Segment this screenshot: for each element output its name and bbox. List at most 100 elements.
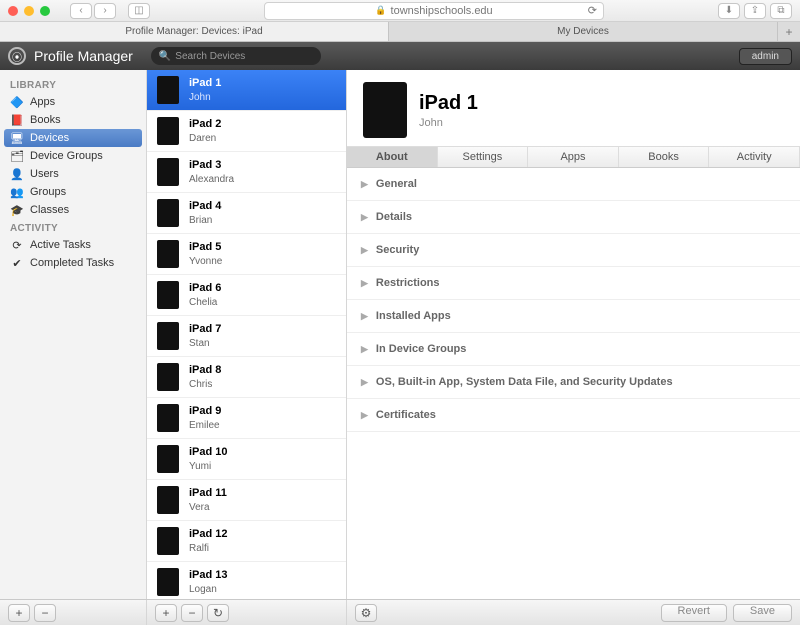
- revert-button[interactable]: Revert: [661, 604, 727, 622]
- device-icon: [157, 568, 179, 596]
- disclosure-triangle-icon: ▶: [361, 278, 368, 289]
- sidebar-section-header: ACTIVITY: [0, 219, 146, 236]
- device-owner: Stan: [189, 338, 210, 349]
- device-name: iPad 4: [189, 200, 221, 212]
- sidebar-item-icon: 🖥: [10, 132, 24, 144]
- minimize-window-button[interactable]: [24, 6, 34, 16]
- sidebar-item-label: Classes: [30, 204, 69, 216]
- sidebar-item-users[interactable]: 👤Users: [0, 165, 146, 183]
- section-title: Certificates: [376, 409, 436, 421]
- device-list-item[interactable]: iPad 11Vera: [147, 480, 346, 521]
- device-list-item[interactable]: iPad 12Ralfi: [147, 521, 346, 562]
- device-name: iPad 1: [189, 77, 221, 89]
- sidebar-item-classes[interactable]: 🎓Classes: [0, 201, 146, 219]
- detail-tab-apps[interactable]: Apps: [528, 147, 619, 167]
- detail-section-row[interactable]: ▶Security: [347, 234, 800, 267]
- detail-tab-settings[interactable]: Settings: [438, 147, 529, 167]
- back-button[interactable]: ‹: [70, 3, 92, 19]
- sidebar-item-label: Books: [30, 114, 61, 126]
- device-list-item[interactable]: iPad 9Emilee: [147, 398, 346, 439]
- device-name: iPad 13: [189, 569, 228, 581]
- sidebar-item-device-groups[interactable]: 🗂Device Groups: [0, 147, 146, 165]
- device-thumbnail: [363, 82, 407, 138]
- device-list-item[interactable]: iPad 13Logan: [147, 562, 346, 599]
- device-list-item[interactable]: iPad 7Stan: [147, 316, 346, 357]
- reload-icon[interactable]: ⟳: [588, 4, 597, 17]
- share-button[interactable]: ⇪: [744, 3, 766, 19]
- device-refresh-button[interactable]: ↻: [207, 604, 229, 622]
- sidebar-item-completed-tasks[interactable]: ✔Completed Tasks: [0, 254, 146, 272]
- device-list-item[interactable]: iPad 5 Yvonne: [147, 234, 346, 275]
- device-add-button[interactable]: +: [155, 604, 177, 622]
- device-owner: Vera: [189, 502, 210, 513]
- sidebar-add-button[interactable]: +: [8, 604, 30, 622]
- sidebar-item-active-tasks[interactable]: ⟳Active Tasks: [0, 236, 146, 254]
- action-gear-button[interactable]: ⚙: [355, 604, 377, 622]
- detail-section-row[interactable]: ▶General: [347, 168, 800, 201]
- section-title: Installed Apps: [376, 310, 451, 322]
- device-owner: Daren: [189, 133, 216, 144]
- device-remove-button[interactable]: −: [181, 604, 203, 622]
- tabs-button[interactable]: ⧉: [770, 3, 792, 19]
- sidebar: LIBRARY🔷Apps 📕 Books 🖥Devices🗂Device Groups…: [0, 70, 147, 599]
- downloads-button[interactable]: ⬇: [718, 3, 740, 19]
- device-owner: Yvonne: [189, 256, 222, 267]
- app-logo-icon: ⦿: [8, 47, 26, 65]
- device-list-item[interactable]: iPad 10Yumi: [147, 439, 346, 480]
- browser-tab[interactable]: Profile Manager: Devices: iPad: [0, 22, 389, 41]
- detail-tab-books[interactable]: Books: [619, 147, 710, 167]
- detail-section-row[interactable]: ▶In Device Groups: [347, 333, 800, 366]
- new-tab-button[interactable]: +: [778, 22, 800, 41]
- detail-tab-activity[interactable]: Activity: [709, 147, 800, 167]
- save-button[interactable]: Save: [733, 604, 792, 622]
- sidebar-item-icon: 📕: [10, 114, 24, 126]
- sidebar-item-apps[interactable]: 🔷Apps: [0, 93, 146, 111]
- device-list-item[interactable]: iPad 6Chelia: [147, 275, 346, 316]
- sidebar-item-icon: 🔷: [10, 96, 24, 108]
- detail-pane: iPad 1 John AboutSettingsAppsBooksActivi…: [347, 70, 800, 599]
- forward-button[interactable]: ›: [94, 3, 116, 19]
- sidebar-item-icon: ⟳: [10, 239, 24, 251]
- device-list-item[interactable]: iPad 3 Alexandra: [147, 152, 346, 193]
- zoom-window-button[interactable]: [40, 6, 50, 16]
- sidebar-item-books[interactable]: 📕 Books: [0, 111, 146, 129]
- detail-section-row[interactable]: ▶Certificates: [347, 399, 800, 432]
- window-controls: [8, 6, 50, 16]
- section-title: OS, Built-in App, System Data File, and …: [376, 376, 673, 388]
- device-owner: Alexandra: [189, 174, 234, 185]
- section-title: In Device Groups: [376, 343, 466, 355]
- close-window-button[interactable]: [8, 6, 18, 16]
- sidebar-item-devices[interactable]: 🖥Devices: [4, 129, 142, 147]
- sidebar-item-icon: 🗂: [10, 150, 24, 162]
- device-list-item[interactable]: iPad 4Brian: [147, 193, 346, 234]
- search-input[interactable]: 🔍 Search Devices: [151, 47, 321, 65]
- sidebar-section-header: LIBRARY: [0, 76, 146, 93]
- lock-icon: 🔒: [375, 5, 386, 16]
- device-owner: Chris: [189, 379, 212, 390]
- detail-section-row[interactable]: ▶Installed Apps: [347, 300, 800, 333]
- sidebar-remove-button[interactable]: −: [34, 604, 56, 622]
- disclosure-triangle-icon: ▶: [361, 179, 368, 190]
- device-name: iPad 5: [189, 241, 222, 253]
- detail-section-row[interactable]: ▶Restrictions: [347, 267, 800, 300]
- section-title: Details: [376, 211, 412, 223]
- detail-section-row[interactable]: ▶Details: [347, 201, 800, 234]
- window-titlebar: ‹ › ◫ 🔒 townshipschools.edu ⟳ ⬇ ⇪ ⧉: [0, 0, 800, 22]
- footer: + − + − ↻ ⚙ Revert Save: [0, 599, 800, 625]
- address-bar[interactable]: 🔒 townshipschools.edu ⟳: [264, 2, 604, 20]
- device-list-item[interactable]: iPad 2Daren: [147, 111, 346, 152]
- detail-section-row[interactable]: ▶OS, Built-in App, System Data File, and…: [347, 366, 800, 399]
- device-owner: Emilee: [189, 420, 220, 431]
- detail-tab-about[interactable]: About: [347, 147, 438, 167]
- device-list-item[interactable]: iPad 8Chris: [147, 357, 346, 398]
- device-icon: [157, 281, 179, 309]
- user-menu-button[interactable]: admin: [739, 48, 792, 65]
- sidebar-item-icon: 👥: [10, 186, 24, 198]
- sidebar-item-groups[interactable]: 👥Groups: [0, 183, 146, 201]
- sidebar-toggle-button[interactable]: ◫: [128, 3, 150, 19]
- browser-tab[interactable]: My Devices: [389, 22, 778, 41]
- detail-owner: John: [419, 117, 443, 129]
- device-name: iPad 3: [189, 159, 234, 171]
- device-list-item[interactable]: iPad 1John: [147, 70, 346, 111]
- browser-tabbar: Profile Manager: Devices: iPad My Device…: [0, 22, 800, 42]
